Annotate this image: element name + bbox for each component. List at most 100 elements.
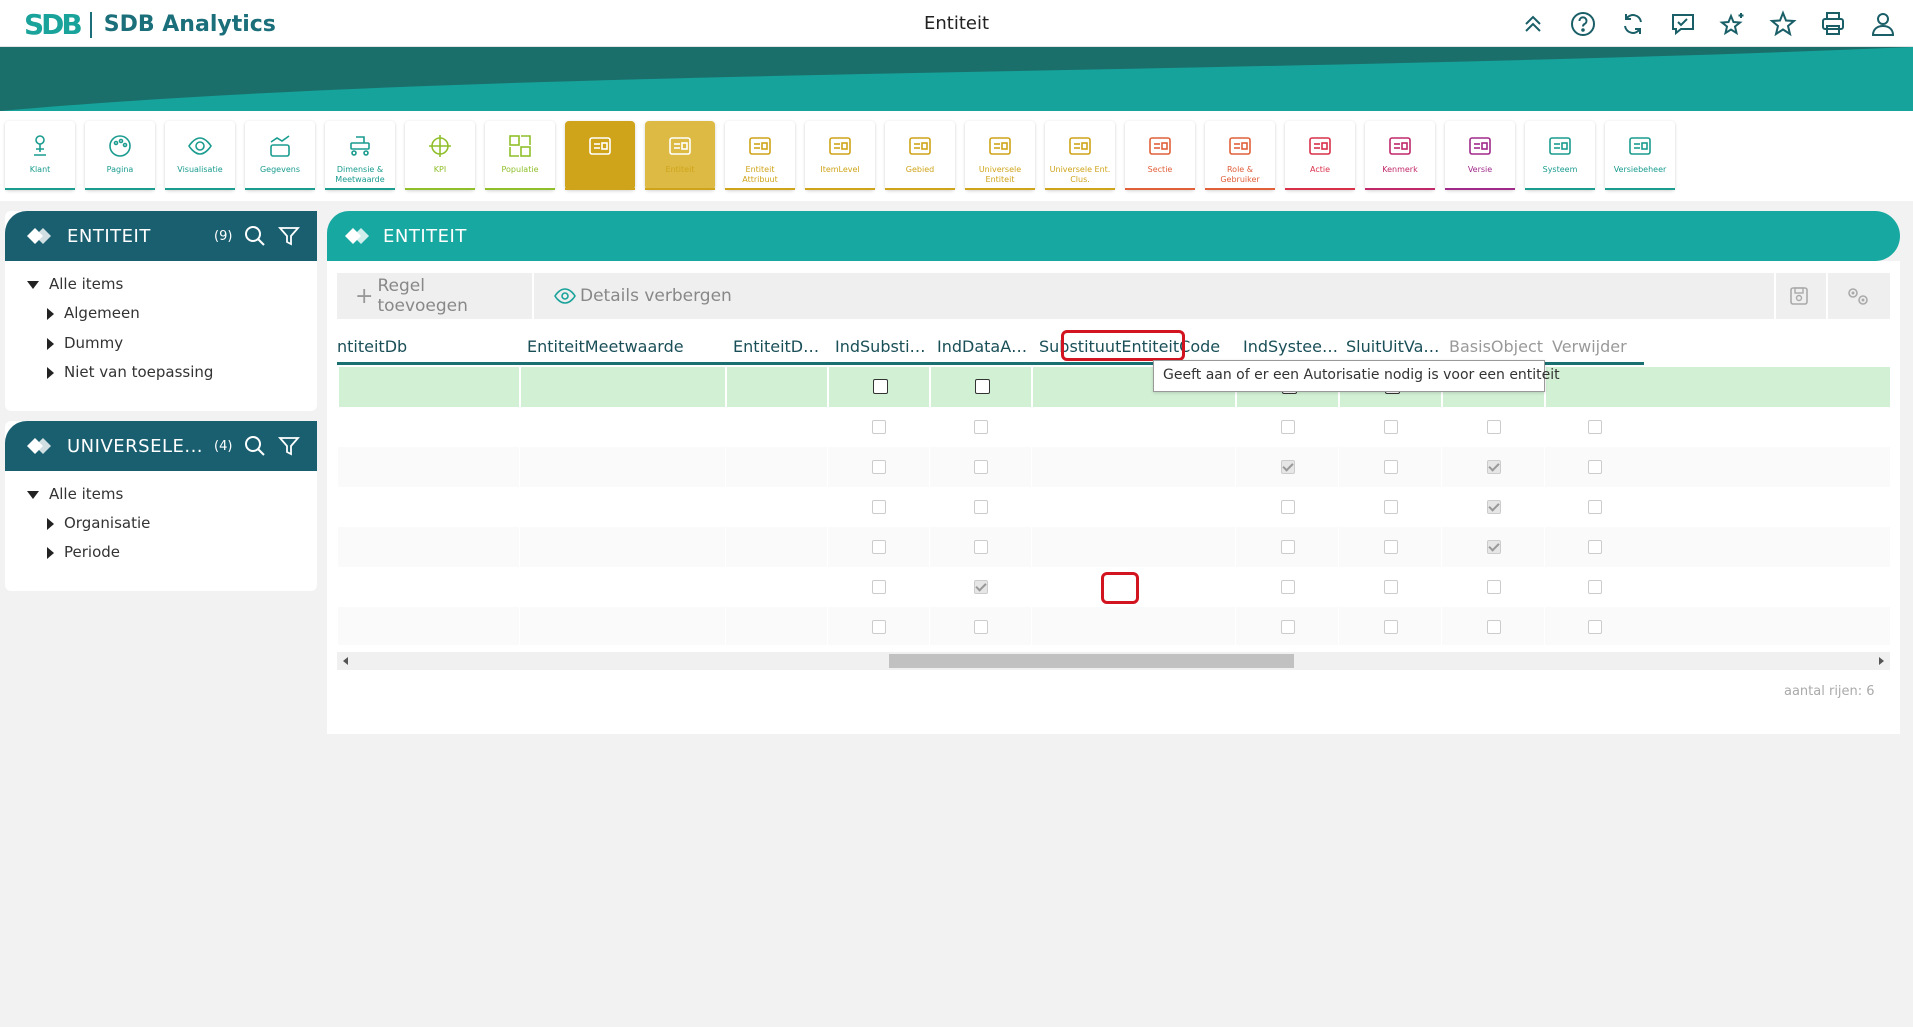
column-header-entiteitmeetwaarde[interactable]: EntiteitMeetwaarde [519,325,725,365]
search-icon[interactable] [244,225,266,247]
checkbox[interactable] [873,379,888,394]
checkbox[interactable] [872,620,886,634]
checkbox[interactable] [1383,620,1398,634]
collapsed-icon[interactable] [47,546,54,559]
ribbon-button-universele-entiteit[interactable]: Universele Entiteit [965,121,1035,190]
ribbon-button-gegevens[interactable]: Gegevens [245,121,315,190]
brand-logo[interactable]: SDB SDB Analytics [24,8,276,41]
checkbox[interactable] [1280,420,1295,434]
ribbon-button-kpi[interactable]: KPI [405,121,475,190]
checkbox[interactable] [1486,500,1501,514]
feedback-icon[interactable] [1667,8,1699,40]
tree-item-organisatie[interactable]: Organisatie [47,514,150,532]
checkbox[interactable] [1383,540,1398,554]
checkbox[interactable] [1486,420,1501,434]
expand-icon[interactable] [27,280,39,289]
checkbox[interactable] [974,580,988,594]
ribbon-button-populatie[interactable]: Populatie [485,121,555,190]
collapsed-icon[interactable] [47,337,54,350]
column-header-basisobject[interactable]: BasisObject [1441,325,1544,365]
filter-icon[interactable] [278,435,300,457]
tree-item-niet-van-toepassing[interactable]: Niet van toepassing [47,363,213,381]
ribbon-button-universele-ent-clus-[interactable]: Universele Ent. Clus. [1045,121,1115,190]
settings-gears-icon[interactable] [1845,285,1871,307]
ribbon-button-systeem[interactable]: Systeem [1525,121,1595,190]
checkbox[interactable] [1280,540,1295,554]
tree-item-dummy[interactable]: Dummy [47,334,123,352]
ribbon-button-visualisatie[interactable]: Visualisatie [165,121,235,190]
ribbon-button-versiebeheer[interactable]: Versiebeheer [1605,121,1675,190]
column-header-verwijder[interactable]: Verwijder [1544,325,1644,365]
checkbox[interactable] [1383,580,1398,594]
ribbon-button-entiteit-attribuut[interactable]: Entiteit Attribuut [725,121,795,190]
refresh-icon[interactable] [1617,8,1649,40]
checkbox[interactable] [1280,580,1295,594]
ribbon-button-klant[interactable]: Klant [5,121,75,190]
checkbox[interactable] [974,420,988,434]
checkbox[interactable] [1486,540,1501,554]
tree-item-algemeen[interactable]: Algemeen [47,304,140,322]
tree-item-root[interactable]: Alle items [27,275,123,293]
ribbon-button-dimensie-meetwaarde[interactable]: Dimensie & Meetwaarde [325,121,395,190]
checkbox[interactable] [872,540,886,554]
checkbox[interactable] [872,420,886,434]
ribbon-button-kenmerk[interactable]: Kenmerk [1365,121,1435,190]
checkbox[interactable] [1588,500,1602,514]
checkbox[interactable] [974,500,988,514]
scroll-right-icon[interactable] [1879,657,1884,665]
grid-cell[interactable] [337,367,519,407]
tree-item-periode[interactable]: Periode [47,543,120,561]
collapse-up-icon[interactable] [1517,8,1549,40]
checkbox[interactable] [1280,460,1295,474]
checkbox[interactable] [1280,620,1295,634]
checkbox[interactable] [1280,500,1295,514]
checkbox[interactable] [872,580,886,594]
ribbon-button-entiteit[interactable]: Entiteit [565,121,635,190]
expand-icon[interactable] [27,490,39,499]
column-header-sluituitvane-[interactable]: SluitUitVanE... [1338,325,1441,365]
print-icon[interactable] [1817,8,1849,40]
ribbon-button-pagina[interactable]: Pagina [85,121,155,190]
collapsed-icon[interactable] [47,307,54,320]
checkbox[interactable] [1588,540,1602,554]
scrollbar-thumb[interactable] [889,654,1294,668]
tree-item-root[interactable]: Alle items [27,485,123,503]
ribbon-button-entiteit[interactable]: Entiteit [645,121,715,190]
help-icon[interactable] [1567,8,1599,40]
filter-icon[interactable] [278,225,300,247]
column-header-indsubstitutie[interactable]: IndSubstitutie [827,325,929,365]
checkbox[interactable] [974,620,988,634]
checkbox[interactable] [872,460,886,474]
checkbox[interactable] [1588,460,1602,474]
checkbox[interactable] [1486,460,1501,474]
checkbox[interactable] [1383,460,1398,474]
sparkle-star-icon[interactable] [1717,8,1749,40]
checkbox[interactable] [1588,580,1602,594]
add-row-button[interactable]: + Regel toevoegen [337,273,534,319]
column-header-entiteitdoel-[interactable]: EntiteitDoel... [725,325,827,365]
grid-cell[interactable] [519,367,725,407]
ribbon-button-itemlevel[interactable]: ItemLevel [805,121,875,190]
hide-details-button[interactable]: Details verbergen [536,273,750,319]
scroll-left-icon[interactable] [343,657,348,665]
column-header-ntiteitdb[interactable]: ntiteitDb [337,325,519,365]
collapsed-icon[interactable] [47,517,54,530]
save-icon[interactable] [1789,286,1809,306]
checkbox[interactable] [1383,420,1398,434]
checkbox[interactable] [1588,420,1602,434]
ribbon-button-role-gebruiker[interactable]: Role & Gebruiker [1205,121,1275,190]
grid-cell[interactable] [725,367,827,407]
ribbon-button-actie[interactable]: Actie [1285,121,1355,190]
ribbon-button-gebied[interactable]: Gebied [885,121,955,190]
horizontal-scrollbar[interactable] [337,652,1890,670]
checkbox[interactable] [872,500,886,514]
checkbox[interactable] [974,540,988,554]
column-header-inddataauth-[interactable]: IndDataAuth... [929,325,1031,365]
checkbox[interactable] [975,379,990,394]
checkbox[interactable] [1588,620,1602,634]
checkbox[interactable] [1383,500,1398,514]
column-header-indsysteem-[interactable]: IndSysteem... [1235,325,1338,365]
checkbox[interactable] [1486,620,1501,634]
user-icon[interactable] [1867,8,1899,40]
search-icon[interactable] [244,435,266,457]
